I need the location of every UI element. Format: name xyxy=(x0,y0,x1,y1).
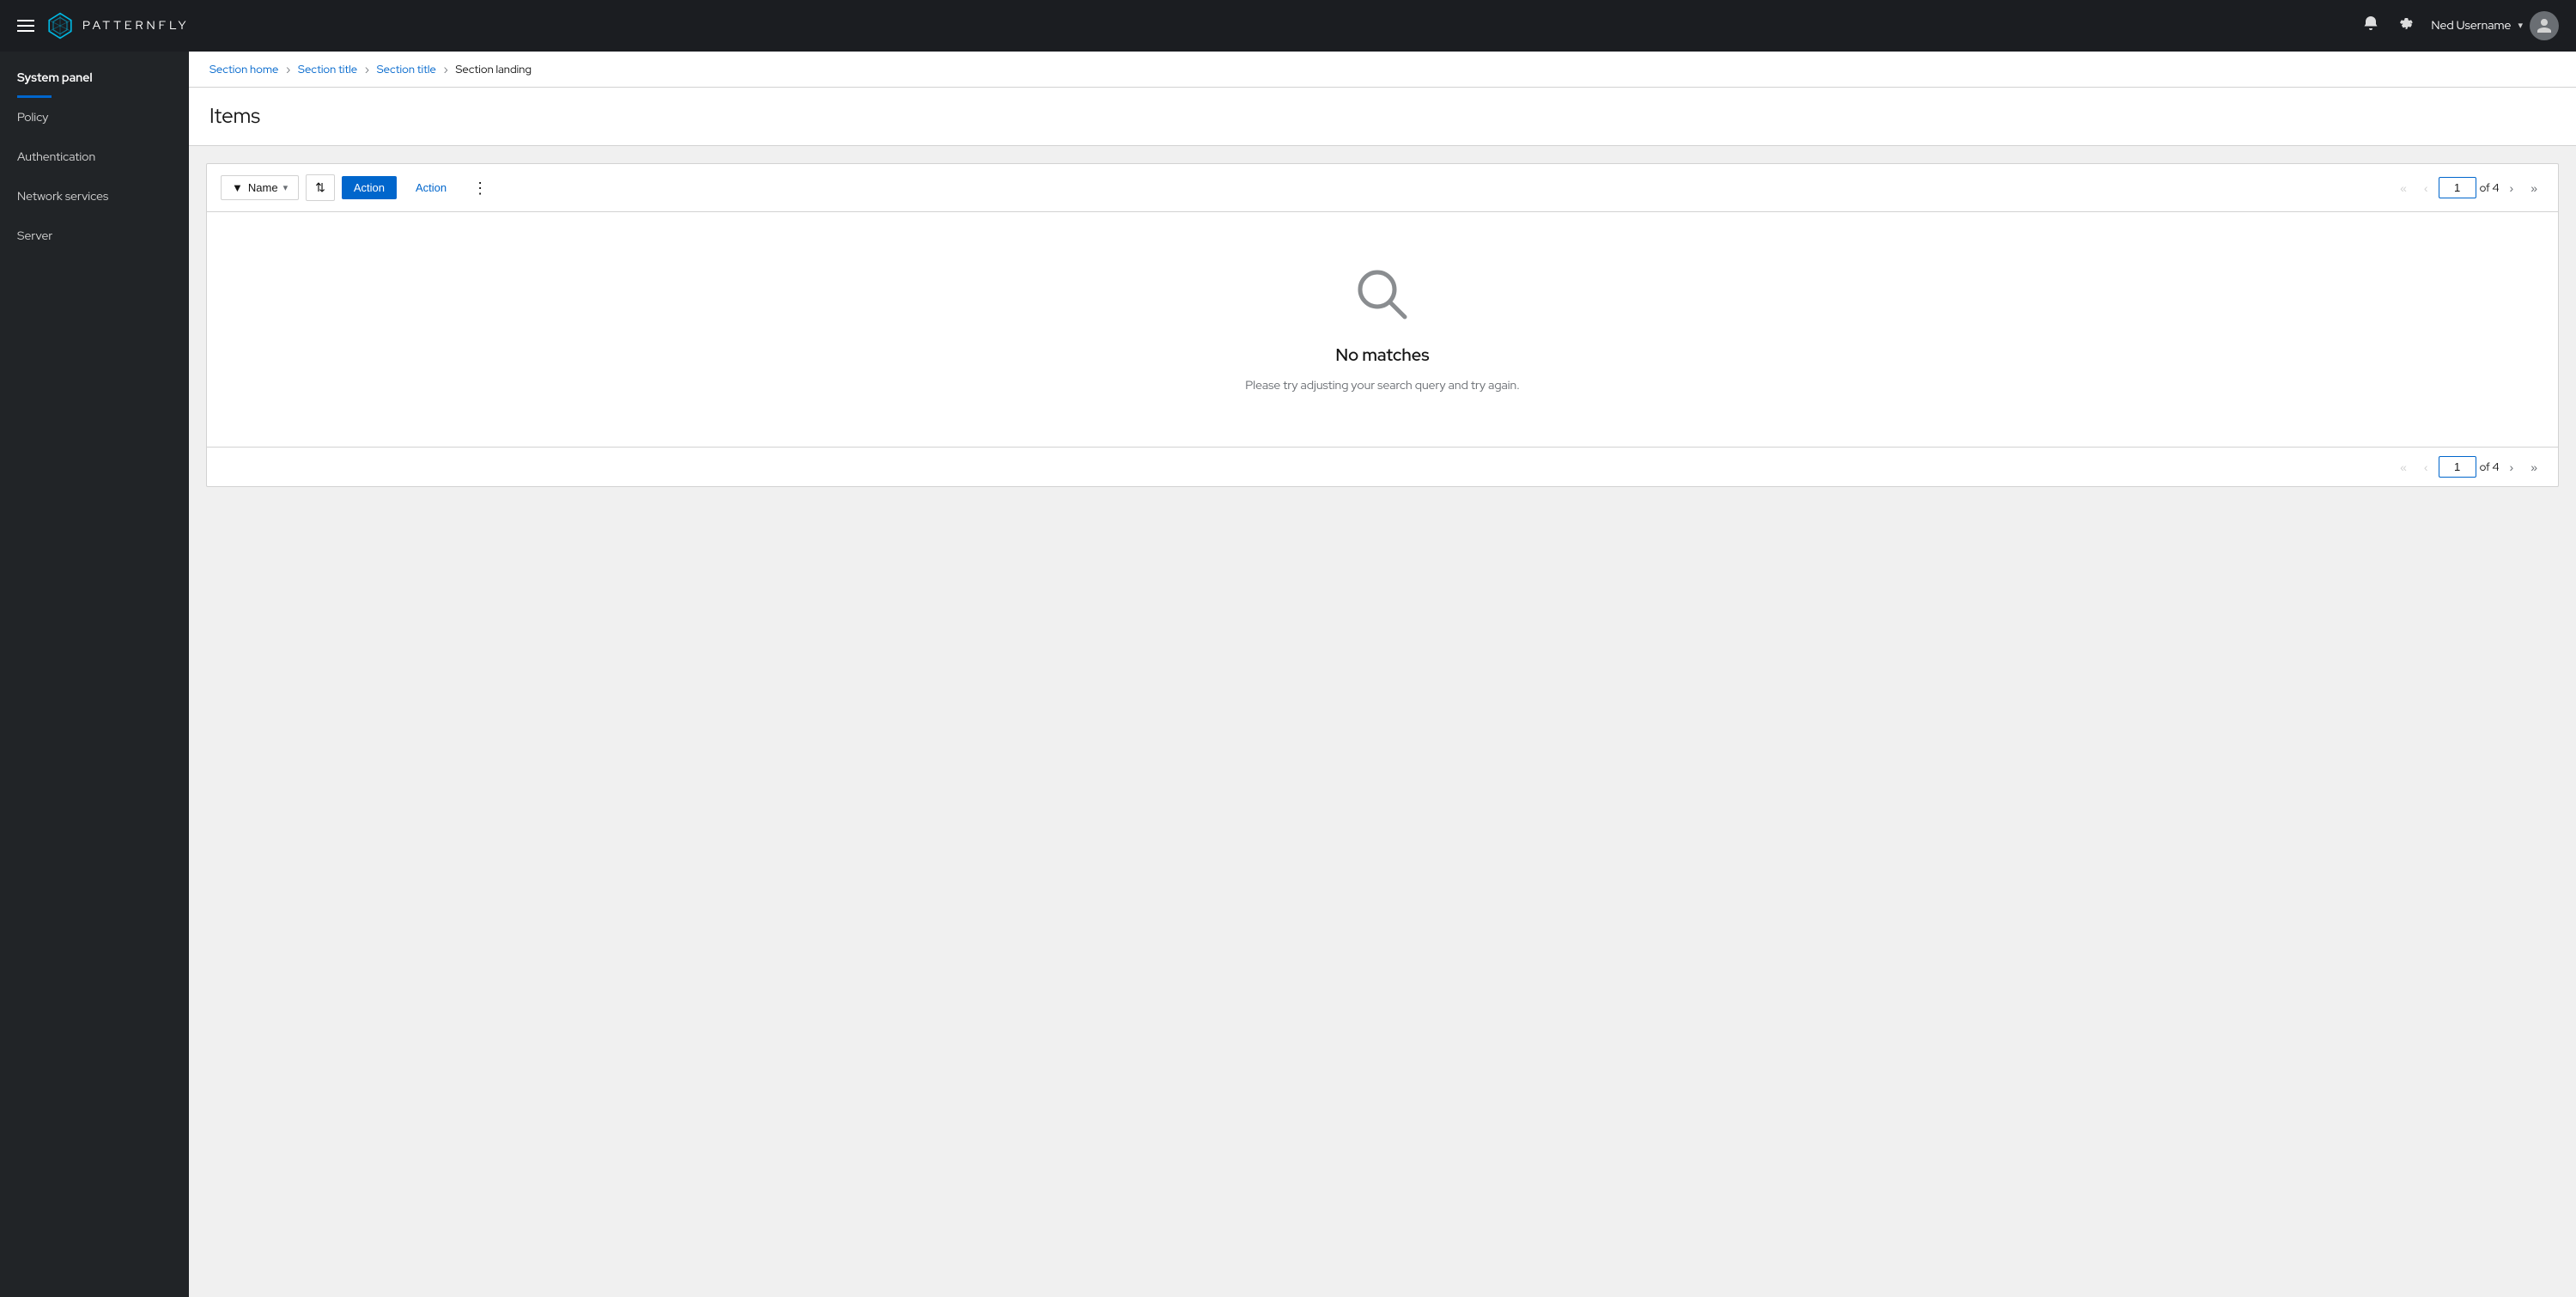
bottom-prev-page-button[interactable]: ‹ xyxy=(2417,457,2435,478)
empty-state: No matches Please try adjusting your sea… xyxy=(207,212,2558,447)
empty-state-title: No matches xyxy=(1335,344,1429,367)
main-layout: System panel Policy Authentication Netwo… xyxy=(0,52,2576,1297)
sidebar-label-policy: Policy xyxy=(17,110,48,125)
settings-icon[interactable] xyxy=(2397,15,2414,37)
filter-icon: ▼ xyxy=(232,181,243,194)
breadcrumb-section-home[interactable]: Section home xyxy=(210,62,278,76)
bottom-first-page-button[interactable]: « xyxy=(2393,457,2414,478)
bottom-last-page-button[interactable]: » xyxy=(2524,457,2544,478)
sort-icon: ⇅ xyxy=(315,180,325,195)
sidebar-label-server: Server xyxy=(17,228,52,244)
pagination-bottom: « ‹ of 4 › » xyxy=(2393,456,2544,478)
empty-state-description: Please try adjusting your search query a… xyxy=(1245,377,1520,395)
brand-name: PATTERNFLY xyxy=(82,18,189,33)
page-number-input[interactable] xyxy=(2439,177,2476,198)
next-page-button[interactable]: › xyxy=(2503,178,2521,198)
prev-page-button[interactable]: ‹ xyxy=(2417,178,2435,198)
first-page-button[interactable]: « xyxy=(2393,178,2414,198)
toolbar-bottom: « ‹ of 4 › » xyxy=(207,447,2558,486)
action-secondary-button[interactable]: Action xyxy=(404,176,459,199)
bottom-page-of-label: of 4 xyxy=(2480,460,2500,474)
breadcrumb: Section home › Section title › Section t… xyxy=(189,52,2576,88)
empty-search-icon xyxy=(1352,264,1413,334)
sidebar-label-network-services: Network services xyxy=(17,189,108,204)
avatar-icon xyxy=(2536,17,2553,34)
sidebar-title: System panel xyxy=(17,70,93,86)
breadcrumb-section-title-2[interactable]: Section title xyxy=(377,62,436,76)
sidebar-item-network-services[interactable]: Network services xyxy=(0,177,189,216)
bottom-page-number-input[interactable] xyxy=(2439,456,2476,478)
bottom-next-page-button[interactable]: › xyxy=(2503,457,2521,478)
nav-right: Ned Username ▾ xyxy=(2362,11,2559,40)
page-title: Items xyxy=(210,103,2555,130)
hamburger-button[interactable] xyxy=(17,20,34,32)
filter-button[interactable]: ▼ Name ▾ xyxy=(221,175,299,200)
sidebar-item-policy[interactable]: Policy xyxy=(0,98,189,137)
pagination-top: « ‹ of 4 › » xyxy=(2393,177,2544,198)
filter-dropdown-arrow: ▾ xyxy=(283,182,289,193)
kebab-menu-button[interactable]: ⋮ xyxy=(465,177,495,199)
breadcrumb-sep-2: › xyxy=(365,62,369,76)
sidebar-item-authentication[interactable]: Authentication xyxy=(0,137,189,177)
brand-logo: PATTERNFLY xyxy=(46,12,189,40)
breadcrumb-section-title-1[interactable]: Section title xyxy=(298,62,357,76)
patternfly-logo-icon xyxy=(46,12,74,40)
breadcrumb-sep-1: › xyxy=(286,62,290,76)
notification-icon[interactable] xyxy=(2362,15,2379,37)
toolbar-top: ▼ Name ▾ ⇅ Action Action ⋮ « ‹ of 4 › xyxy=(207,164,2558,212)
page-of-label: of 4 xyxy=(2480,180,2500,195)
action-primary-button[interactable]: Action xyxy=(342,176,397,199)
breadcrumb-current: Section landing xyxy=(455,62,532,76)
breadcrumb-sep-3: › xyxy=(444,62,448,76)
sidebar-label-authentication: Authentication xyxy=(17,149,95,165)
user-menu[interactable]: Ned Username ▾ xyxy=(2431,11,2559,40)
sort-button[interactable]: ⇅ xyxy=(306,174,335,201)
user-dropdown-arrow: ▾ xyxy=(2518,20,2523,32)
data-panel: ▼ Name ▾ ⇅ Action Action ⋮ « ‹ of 4 › xyxy=(206,163,2559,487)
content-area: Section home › Section title › Section t… xyxy=(189,52,2576,1297)
user-avatar xyxy=(2530,11,2559,40)
page-header: Items xyxy=(189,88,2576,146)
top-navbar: PATTERNFLY Ned Username ▾ xyxy=(0,0,2576,52)
nav-left: PATTERNFLY xyxy=(17,12,189,40)
filter-label: Name xyxy=(248,181,278,194)
sidebar: System panel Policy Authentication Netwo… xyxy=(0,52,189,1297)
username-label: Ned Username xyxy=(2431,18,2511,33)
sidebar-item-system-panel[interactable]: System panel xyxy=(0,58,189,98)
sidebar-item-server[interactable]: Server xyxy=(0,216,189,256)
last-page-button[interactable]: » xyxy=(2524,178,2544,198)
